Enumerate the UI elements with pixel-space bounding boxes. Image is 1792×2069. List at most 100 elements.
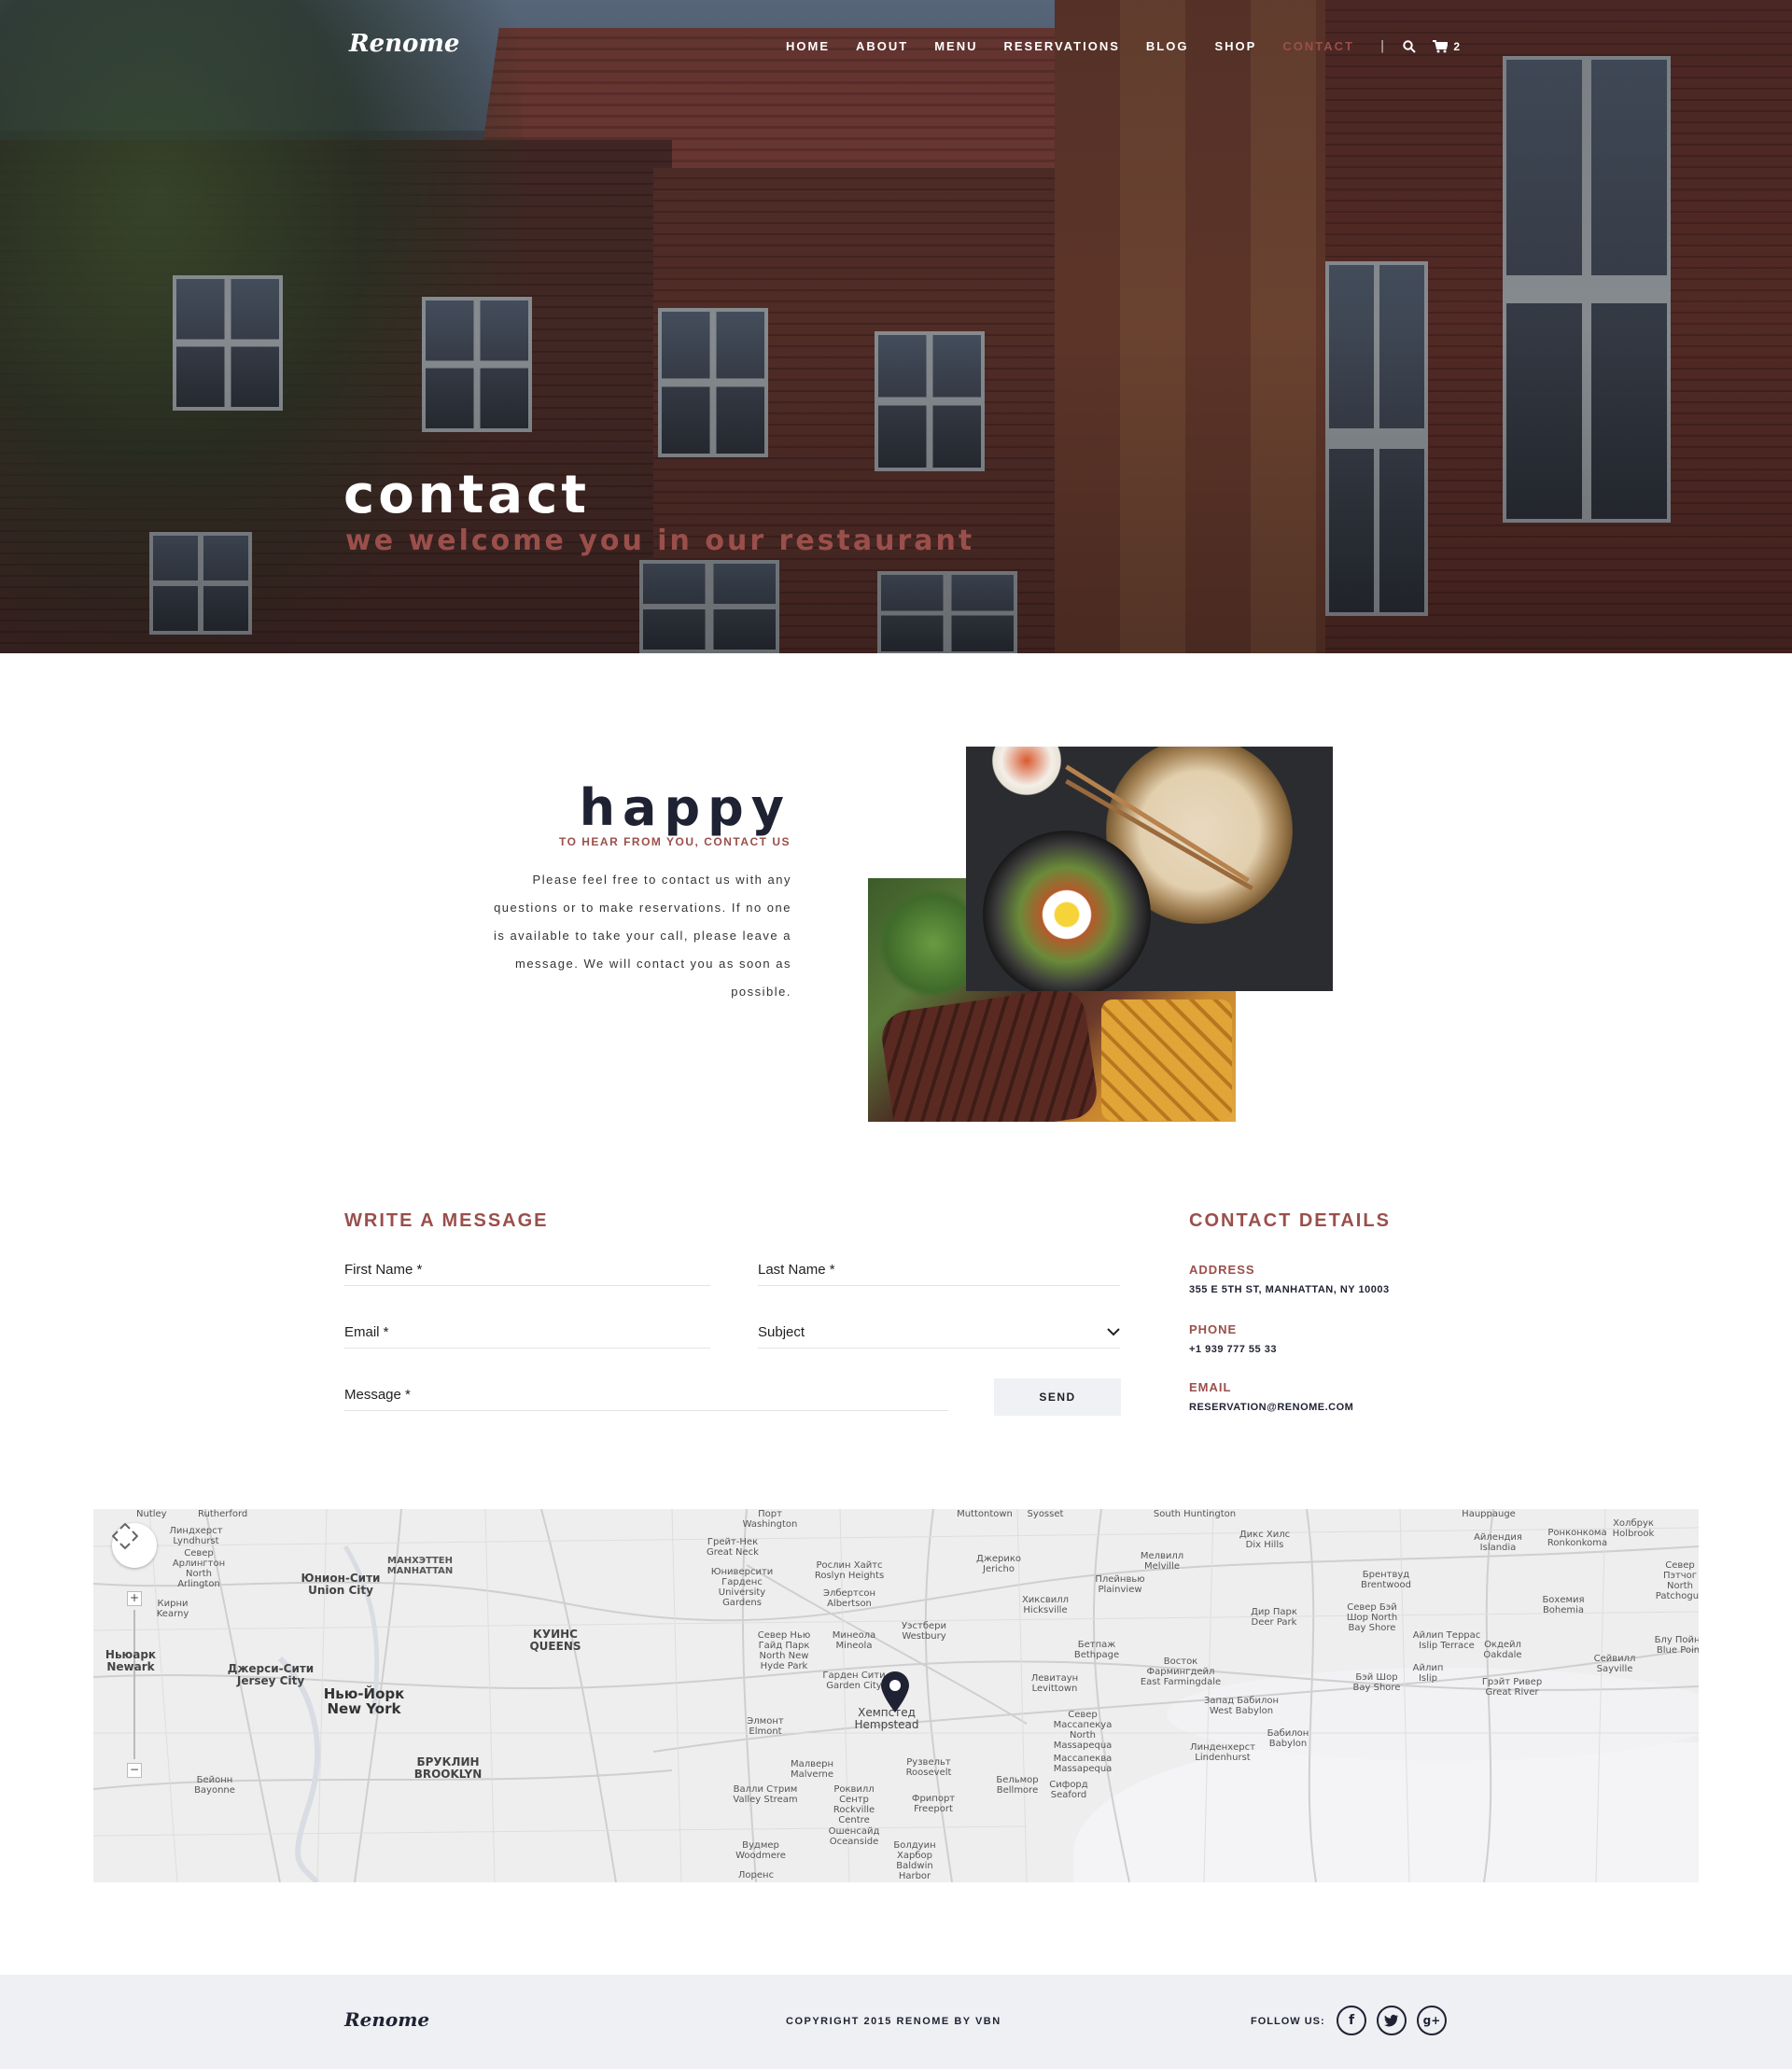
map-label: Сейвилл Sayville: [1593, 1654, 1636, 1674]
food-image-bibimbap: [966, 747, 1333, 991]
map-label: Элбертсон Albertson: [822, 1588, 876, 1609]
last-name-field[interactable]: Last Name *: [758, 1258, 1120, 1286]
map-label: Hauppauge: [1462, 1509, 1516, 1519]
last-name-label: Last Name *: [758, 1262, 835, 1278]
email-value[interactable]: RESERVATION@RENOME.COM: [1189, 1402, 1353, 1413]
first-name-label: First Name *: [344, 1262, 423, 1278]
map-label: Север Арлингтон North Arlington: [172, 1548, 226, 1589]
send-button[interactable]: SEND: [994, 1378, 1121, 1416]
nav-about[interactable]: ABOUT: [856, 39, 908, 53]
phone-value[interactable]: +1 939 777 55 33: [1189, 1344, 1277, 1355]
first-name-field[interactable]: First Name *: [344, 1258, 710, 1286]
zoom-in-button[interactable]: +: [127, 1591, 142, 1606]
follow-us-label: FOLLOW US:: [1251, 2016, 1325, 2027]
subject-select[interactable]: Subject: [758, 1321, 1120, 1349]
map-label: Север Пэтчог North Patchogue: [1655, 1560, 1699, 1601]
map-label: Линденхерст Lindenhurst: [1190, 1742, 1255, 1763]
map-label: Syosset: [1027, 1509, 1064, 1519]
map-label: Роквилл Сентр Rockville Centre: [833, 1784, 875, 1825]
map-label: Рослин Хайтс Roslyn Heights: [814, 1560, 885, 1581]
map-label: Грэйт Ривер Great River: [1481, 1677, 1543, 1698]
map-label: Ошенсайд Oceanside: [828, 1826, 880, 1847]
subject-label: Subject: [758, 1324, 805, 1340]
map-label: Дикс Хилс Dix Hills: [1239, 1530, 1291, 1550]
map-label: Бейонн Bayonne: [194, 1775, 235, 1796]
hero-banner: Renome HOME ABOUT MENU RESERVATIONS BLOG…: [0, 0, 1792, 653]
map-label: Айлип Islip: [1412, 1663, 1444, 1684]
map-label: Запад Бабилон West Babylon: [1204, 1696, 1279, 1716]
map-label: Север Нью Гайд Парк North New Hyde Park: [757, 1630, 811, 1671]
map-label: Айлендия Islandia: [1474, 1532, 1522, 1553]
message-label: Message *: [344, 1387, 411, 1403]
nav-blog[interactable]: BLOG: [1146, 39, 1189, 53]
google-plus-icon[interactable]: g+: [1417, 2006, 1447, 2035]
map-pan-control[interactable]: [112, 1523, 157, 1568]
map-label: Восток Фармингдейл East Farmingdale: [1140, 1657, 1222, 1687]
cart-count: 2: [1453, 39, 1460, 53]
map-label: Вудмер Woodmere: [735, 1840, 786, 1861]
map-label: Порт Washington: [742, 1509, 798, 1530]
page-subtitle: we welcome you in our restaurant: [345, 524, 975, 557]
map-label: Rutherford: [198, 1509, 248, 1519]
map-label: Нью-Йорк New York: [323, 1685, 405, 1717]
twitter-icon[interactable]: [1377, 2006, 1407, 2035]
phone-label: PHONE: [1189, 1322, 1238, 1336]
map-label: Болдуин Харбор Baldwin Harbor: [893, 1840, 936, 1881]
map-label: Грейт-Нек Great Neck: [707, 1537, 759, 1558]
map-label: Гарден Сити Garden City: [822, 1671, 886, 1691]
intro-title: happy: [579, 778, 791, 837]
address-value: 355 E 5TH ST, MANHATTAN, NY 10003: [1189, 1284, 1390, 1295]
map-label: Юниверсити Гарденс University Gardens: [710, 1567, 774, 1608]
nav-separator: |: [1379, 39, 1385, 53]
location-map[interactable]: + − Nutley Rutherford Линдхерст Lyndhurs…: [93, 1509, 1699, 1882]
map-label: Джерси-Сити Jersey City: [227, 1662, 315, 1687]
map-label: Уэстбери Westbury: [901, 1621, 947, 1642]
map-label: Левитаун Levittown: [1030, 1673, 1079, 1694]
map-label: Ронконкома Ronkonkoma: [1547, 1528, 1608, 1548]
map-label: Мелвилл Melville: [1140, 1551, 1184, 1572]
map-label: Фрипорт Freeport: [911, 1794, 956, 1814]
roasted-potatoes: [1101, 1000, 1232, 1121]
map-label: Элмонт Elmont: [747, 1716, 784, 1737]
map-label: Лоренс: [737, 1870, 775, 1880]
nav-reservations[interactable]: RESERVATIONS: [1004, 39, 1120, 53]
map-marker-icon[interactable]: [879, 1671, 911, 1713]
main-nav: HOME ABOUT MENU RESERVATIONS BLOG SHOP C…: [786, 39, 1477, 53]
map-label: МАНХЭТТЕН MANHATTAN: [386, 1556, 454, 1576]
map-label: Окдейл Oakdale: [1483, 1640, 1522, 1660]
map-label: Бабилон Babylon: [1267, 1728, 1309, 1749]
map-label: Малверн Malverne: [790, 1759, 834, 1780]
intro-subtitle: TO HEAR FROM YOU, CONTACT US: [558, 835, 791, 848]
map-label: Валли Стрим Valley Stream: [733, 1784, 798, 1805]
map-label: Бохемия Bohemia: [1542, 1595, 1585, 1615]
site-logo[interactable]: Renome: [349, 30, 459, 58]
nav-menu[interactable]: MENU: [934, 39, 977, 53]
nav-contact[interactable]: CONTACT: [1282, 39, 1354, 53]
zoom-slider[interactable]: [133, 1610, 135, 1759]
nav-home[interactable]: HOME: [786, 39, 830, 53]
map-label: South Huntington: [1153, 1509, 1237, 1519]
bibimbap-bowl: [983, 831, 1151, 991]
map-label: Линдхерст Lyndhurst: [169, 1526, 223, 1546]
nav-shop[interactable]: SHOP: [1214, 39, 1256, 53]
map-label: Nutley: [136, 1509, 167, 1519]
intro-text: Please feel free to contact us with any …: [493, 873, 791, 999]
map-label: Минеола Mineola: [832, 1630, 876, 1651]
facebook-icon[interactable]: f: [1337, 2006, 1366, 2035]
chevron-down-icon: [1107, 1324, 1120, 1339]
email-label: EMAIL: [1189, 1380, 1232, 1394]
email-field[interactable]: Email *: [344, 1321, 710, 1349]
map-label: Сифорд Seaford: [1049, 1780, 1088, 1800]
page-title: contact: [343, 465, 591, 525]
map-label: Бэй Шор Bay Shore: [1352, 1672, 1401, 1693]
zoom-out-button[interactable]: −: [127, 1763, 142, 1778]
search-icon[interactable]: [1403, 39, 1417, 53]
footer-logo[interactable]: Renome: [344, 2008, 429, 2031]
map-label: Север Бэй Шор North Bay Shore: [1346, 1602, 1398, 1633]
map-label: Джерико Jericho: [976, 1554, 1021, 1574]
contact-details-title: CONTACT DETAILS: [1189, 1210, 1391, 1231]
email-label: Email *: [344, 1324, 389, 1340]
cart-icon[interactable]: 2: [1433, 39, 1460, 53]
map-label: Хиксвилл Hicksville: [1021, 1595, 1070, 1615]
message-field[interactable]: Message *: [344, 1383, 948, 1411]
